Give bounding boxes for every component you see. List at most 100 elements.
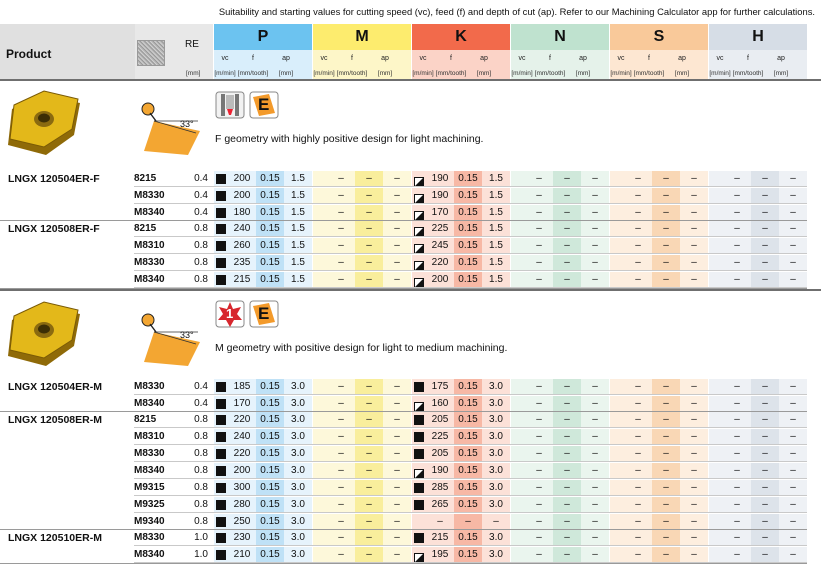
s-f-empty: –	[652, 480, 680, 496]
s-ap-empty: –	[691, 173, 697, 184]
p-ap-value: 3.0	[291, 549, 305, 560]
sub-label-ap: ap	[381, 55, 389, 62]
m-f-empty: –	[355, 238, 383, 254]
h-f-empty: –	[751, 171, 779, 187]
p-ap-value: 1.5	[291, 240, 305, 251]
p-f-value: 0.15	[256, 463, 284, 479]
grade-name: M8330	[134, 532, 165, 543]
grade-name: M8330	[134, 190, 165, 201]
product-name: LNGX 120504ER-F	[8, 173, 100, 185]
p-suitability-mark	[216, 174, 226, 184]
n-f-empty: –	[553, 238, 581, 254]
h-f-empty: –	[751, 514, 779, 530]
sub-unit-f: [mm/tooth]	[237, 70, 269, 77]
m-ap-empty: –	[394, 207, 400, 218]
h-vc-empty: –	[734, 549, 740, 560]
s-f-empty: –	[652, 379, 680, 395]
h-vc-empty: –	[734, 207, 740, 218]
approach-angle-icon: 33°	[136, 97, 204, 159]
row-divider	[134, 236, 807, 237]
m-f-empty: –	[355, 446, 383, 462]
grade-name: M8340	[134, 549, 165, 560]
s-ap-empty: –	[691, 207, 697, 218]
sub-label-f: f	[351, 55, 353, 62]
k-ap-value: 3.0	[489, 532, 503, 543]
k-suitability-mark	[414, 500, 424, 510]
n-vc-empty: –	[536, 516, 542, 527]
m-f-empty: –	[355, 205, 383, 221]
h-ap-empty: –	[790, 207, 796, 218]
m-ap-empty: –	[394, 398, 400, 409]
p-f-value: 0.15	[256, 514, 284, 530]
e-badge-text: E	[258, 95, 270, 114]
sub-label-f: f	[450, 55, 452, 62]
h-f-empty: –	[751, 497, 779, 513]
s-ap-empty: –	[691, 414, 697, 425]
k-vc-value: 215	[431, 532, 449, 543]
m-f-empty: –	[355, 221, 383, 237]
k-vc-value: 190	[431, 190, 449, 201]
s-ap-empty: –	[691, 381, 697, 392]
material-letter-n: N	[511, 24, 609, 50]
m-vc-empty: –	[338, 431, 344, 442]
p-f-value: 0.15	[256, 547, 284, 563]
n-vc-empty: –	[536, 499, 542, 510]
p-suitability-mark	[216, 500, 226, 510]
p-ap-value: 1.5	[291, 257, 305, 268]
h-f-empty: –	[751, 429, 779, 445]
grade-name: M8340	[134, 207, 165, 218]
m-ap-empty: –	[394, 173, 400, 184]
s-f-empty: –	[652, 396, 680, 412]
k-f-value: –	[454, 514, 482, 530]
s-vc-empty: –	[635, 257, 641, 268]
n-ap-empty: –	[592, 516, 598, 527]
k-suitability-mark	[414, 432, 424, 442]
k-vc-value: 175	[431, 381, 449, 392]
s-ap-empty: –	[691, 240, 697, 251]
re-value: 0.4	[194, 207, 208, 218]
k-f-value: 0.15	[454, 171, 482, 187]
k-suitability-mark	[414, 550, 424, 563]
h-f-empty: –	[751, 396, 779, 412]
grade-name: M8340	[134, 398, 165, 409]
m-ap-empty: –	[394, 431, 400, 442]
k-ap-value: 3.0	[489, 414, 503, 425]
p-ap-value: 3.0	[291, 414, 305, 425]
p-vc-value: 185	[233, 381, 251, 392]
k-f-value: 0.15	[454, 272, 482, 288]
k-f-value: 0.15	[454, 446, 482, 462]
p-ap-value: 1.5	[291, 274, 305, 285]
k-f-value: 0.15	[454, 221, 482, 237]
k-ap-value: 1.5	[489, 274, 503, 285]
k-ap-value: 3.0	[489, 398, 503, 409]
m-f-empty: –	[355, 396, 383, 412]
p-ap-value: 3.0	[291, 482, 305, 493]
sub-unit-ap: [mm]	[773, 70, 789, 77]
h-f-empty: –	[751, 188, 779, 204]
p-vc-value: 240	[233, 431, 251, 442]
p-suitability-mark	[216, 224, 226, 234]
n-ap-empty: –	[592, 431, 598, 442]
k-ap-value: 3.0	[489, 499, 503, 510]
n-f-empty: –	[553, 379, 581, 395]
re-value: 0.8	[194, 499, 208, 510]
p-vc-value: 250	[233, 516, 251, 527]
n-f-empty: –	[553, 463, 581, 479]
p-suitability-mark	[216, 466, 226, 476]
p-vc-value: 215	[233, 274, 251, 285]
s-f-empty: –	[652, 238, 680, 254]
product-name: LNGX 120508ER-M	[8, 414, 102, 426]
m-ap-empty: –	[394, 482, 400, 493]
material-letter-p: P	[214, 24, 312, 50]
grade-name: M8310	[134, 431, 165, 442]
h-ap-empty: –	[790, 274, 796, 285]
k-vc-value: 190	[431, 173, 449, 184]
s-ap-empty: –	[691, 257, 697, 268]
s-f-empty: –	[652, 497, 680, 513]
grade-name: 8215	[134, 173, 157, 184]
sub-label-vc: vc	[320, 55, 328, 62]
s-ap-empty: –	[691, 448, 697, 459]
p-f-value: 0.15	[256, 530, 284, 546]
p-f-value: 0.15	[256, 446, 284, 462]
p-f-value: 0.15	[256, 396, 284, 412]
